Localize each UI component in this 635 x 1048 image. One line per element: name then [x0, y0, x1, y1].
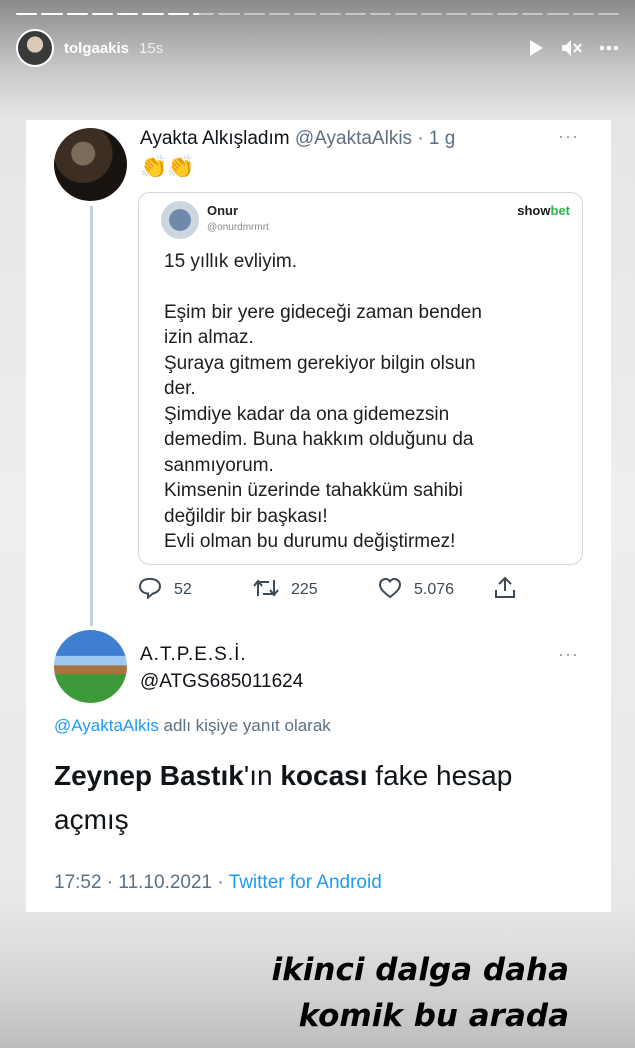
mute-icon[interactable] — [561, 39, 583, 57]
quoted-avatar — [161, 201, 199, 239]
quoted-line: değildir bir başkası! — [164, 505, 328, 527]
story-time: 15s — [139, 39, 164, 57]
progress-segment — [41, 13, 63, 15]
progress-segment — [547, 13, 569, 15]
quoted-line: Şimdiye kadar da ona gidemezsin — [164, 403, 450, 425]
reply-text: Zeynep Bastık'ın kocası fake hesap açmış — [54, 760, 513, 835]
quoted-line: der. — [164, 378, 196, 399]
tweet-author-avatar — [54, 128, 127, 201]
progress-segment — [471, 13, 493, 15]
quoted-line: Kimsenin üzerinde tahakküm sahibi — [164, 480, 463, 501]
reply-more-icon: ··· — [558, 644, 579, 664]
progress-segment — [496, 13, 518, 15]
tweet-handle-time: @AyaktaAlkis · 1 g — [294, 128, 456, 149]
progress-segment — [91, 13, 114, 15]
quoted-name: Onur — [207, 203, 239, 218]
progress-segment — [16, 13, 38, 15]
retweet-count: 225 — [291, 581, 318, 598]
quoted-line: sanmıyorum. — [164, 454, 274, 476]
progress-segment — [572, 13, 594, 15]
reply-author-name: A.T.P.E.S.İ. — [140, 644, 247, 665]
quoted-post: Onur @onurdmrmrt showbet 15 yıllık evliy… — [138, 192, 583, 565]
heart-icon — [378, 577, 402, 604]
progress-segment — [521, 13, 544, 15]
avatar[interactable] — [16, 29, 54, 67]
retweet-icon — [253, 577, 279, 604]
thread-line — [90, 206, 93, 626]
reply-meta: 17:52 · 11.10.2021 · Twitter for Android — [54, 872, 382, 893]
progress-segment — [167, 13, 190, 15]
reply-icon — [138, 577, 162, 604]
progress-segment — [117, 13, 139, 15]
username[interactable]: tolgaakis — [64, 40, 129, 57]
tweet-more-icon: ··· — [558, 126, 579, 146]
more-options-icon[interactable] — [599, 45, 619, 51]
progress-segment — [420, 13, 443, 15]
progress-segment — [268, 13, 291, 15]
reply-count: 52 — [174, 581, 192, 598]
replying-to: @AyaktaAlkis adlı kişiye yanıt olarak — [54, 716, 331, 735]
quoted-line: Eşim bir yere gideceği zaman benden — [164, 301, 482, 323]
like-action: 5.076 — [378, 577, 493, 604]
quoted-line — [164, 275, 564, 300]
progress-segment — [597, 13, 620, 15]
reply-action: 52 — [138, 577, 253, 604]
clap-emoji: 👏👏 — [140, 154, 195, 179]
reply-author-handle: @ATGS685011624 — [140, 671, 304, 692]
retweet-action: 225 — [253, 577, 378, 604]
quoted-line: demedim. Buna hakkım olduğunu da — [164, 429, 474, 450]
quoted-line: Şuraya gitmem gerekiyor bilgin olsun — [164, 352, 476, 374]
quoted-body: 15 yıllık evliyim. Eşim bir yere gideceği… — [164, 249, 564, 555]
progress-segment — [319, 13, 341, 15]
progress-segment — [142, 13, 164, 15]
quoted-line: Evli olman bu durumu değiştirmez! — [164, 531, 456, 552]
like-count: 5.076 — [414, 581, 455, 598]
tweet-author-name: Ayakta Alkışladım — [140, 128, 290, 149]
replying-to-link: @AyaktaAlkis — [54, 716, 159, 735]
story-header: tolgaakis 15s — [16, 28, 619, 68]
progress-segment — [218, 13, 240, 15]
progress-segment — [344, 13, 367, 15]
tweet-screenshot: Ayakta Alkışladım @AyaktaAlkis · 1 g ···… — [26, 120, 611, 912]
story-caption: ikinci dalga daha komik bu arada — [271, 952, 569, 1034]
tweet-header: Ayakta Alkışladım @AyaktaAlkis · 1 g — [140, 128, 455, 150]
quoted-handle: @onurdmrmrt — [207, 222, 269, 233]
reply-author-avatar — [54, 630, 127, 703]
quoted-line: izin almaz. — [164, 327, 254, 348]
progress-segment — [243, 13, 265, 15]
progress-segment — [446, 13, 468, 15]
reply-source: Twitter for Android — [228, 872, 382, 893]
progress-segment — [193, 13, 215, 15]
share-action — [493, 576, 517, 605]
brand-logo: showbet — [517, 203, 570, 218]
progress-segment — [66, 13, 88, 15]
play-icon[interactable] — [527, 39, 545, 57]
story-progress — [16, 13, 620, 15]
progress-segment — [294, 13, 316, 15]
quoted-line: 15 yıllık evliyim. — [164, 251, 298, 272]
progress-segment — [370, 13, 392, 15]
share-icon — [493, 576, 517, 605]
progress-segment — [395, 13, 417, 15]
tweet-actions: 52 225 5.076 — [138, 575, 538, 605]
